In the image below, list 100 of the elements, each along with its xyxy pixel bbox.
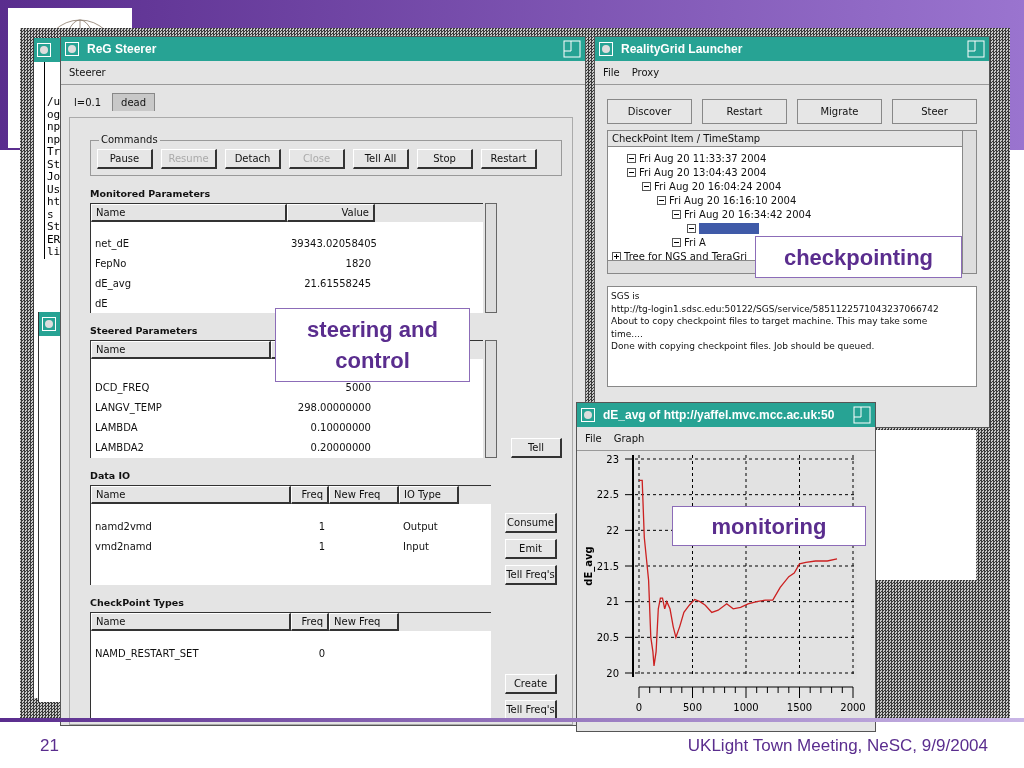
axis-tick-label: 22: [606, 524, 619, 536]
scrollbar[interactable]: [962, 131, 976, 273]
tab[interactable]: dead: [112, 93, 156, 111]
window-icon[interactable]: [599, 42, 613, 56]
button[interactable]: Tell Freq's: [505, 565, 557, 585]
collapse-icon[interactable]: [672, 209, 681, 219]
table-cell-text: 298.00000000: [296, 401, 372, 413]
menu-item[interactable]: Graph: [613, 433, 645, 444]
column-header: Value: [287, 204, 375, 222]
table-cell-text: 0: [317, 647, 326, 659]
table-cell-text: dE: [94, 297, 109, 309]
axis-tick-label: 20.5: [596, 631, 619, 643]
axis-title: dE_avg: [583, 546, 594, 586]
table-cell-text: dE_avg: [94, 277, 133, 289]
column-header: CheckPoint Item / TimeStamp: [608, 131, 962, 147]
command-button[interactable]: Stop: [417, 149, 473, 169]
tree-item[interactable]: Fri Aug 20 16:16:10 2004: [669, 194, 797, 206]
group-label: Commands: [99, 134, 160, 145]
collapse-icon[interactable]: [657, 195, 666, 205]
command-button[interactable]: Detach: [225, 149, 281, 169]
tree-item[interactable]: Tree for NGS and TeraGri: [624, 250, 748, 260]
table-cell-text: FepNo: [94, 258, 128, 270]
button[interactable]: Tell: [511, 438, 562, 458]
button[interactable]: Restart: [702, 99, 787, 124]
section-title: Steered Parameters: [90, 325, 198, 336]
section-title: Monitored Parameters: [90, 188, 211, 199]
button[interactable]: Migrate: [797, 99, 882, 124]
column-header: Name: [91, 486, 291, 504]
table-cell-text: 1: [317, 520, 326, 532]
selected-tree-item[interactable]: [699, 222, 759, 234]
terminal-text: Us: [47, 183, 61, 196]
column-header: New Freq: [329, 613, 399, 631]
menu-item[interactable]: File: [585, 433, 602, 444]
button[interactable]: Create: [505, 674, 557, 694]
table-cell-text: 1: [317, 540, 326, 552]
axis-tick-label: 21: [606, 596, 619, 608]
scrollbar[interactable]: [485, 203, 498, 313]
command-button[interactable]: Pause: [97, 149, 153, 169]
scrollbar[interactable]: [485, 340, 498, 458]
menu-item[interactable]: Steerer: [69, 67, 106, 78]
table-cell-text: 0.20000000: [309, 441, 372, 453]
tree-item[interactable]: Fri Aug 20 16:04:24 2004: [654, 180, 782, 192]
table-cell-text: DCD_FREQ: [94, 381, 151, 393]
axis-tick-label: 500: [682, 702, 703, 713]
window-title: RealityGrid Launcher: [621, 42, 743, 56]
tree-item[interactable]: Fri Aug 20 13:04:43 2004: [639, 166, 767, 178]
maximize-icon[interactable]: [853, 406, 871, 424]
terminal-text: np: [47, 121, 61, 134]
terminal-text: ht: [47, 196, 61, 209]
log-line: SGS is: [611, 290, 641, 303]
maximize-icon[interactable]: [563, 40, 581, 58]
window-icon[interactable]: [42, 317, 56, 331]
menu-item[interactable]: Proxy: [631, 67, 660, 78]
terminal-text: li: [47, 246, 61, 259]
button[interactable]: Tell Freq's: [505, 700, 557, 720]
terminal-text: ER: [47, 233, 61, 246]
window-icon[interactable]: [581, 408, 595, 422]
button[interactable]: Emit: [505, 539, 557, 559]
button[interactable]: Discover: [607, 99, 692, 124]
table-cell-text: LANGV_TEMP: [94, 401, 163, 413]
menu-item[interactable]: File: [603, 67, 620, 78]
axis-tick-label: 22.5: [596, 489, 619, 501]
collapse-icon[interactable]: [687, 223, 696, 233]
collapse-icon[interactable]: [642, 181, 651, 191]
table-cell-text: vmd2namd: [94, 540, 153, 552]
button[interactable]: Steer: [892, 99, 977, 124]
command-button[interactable]: Tell All: [353, 149, 409, 169]
log-line: Done with copying checkpoint files. Job should be queued.: [611, 340, 876, 353]
axis-tick-label: 1500: [786, 702, 813, 713]
axis-tick-label: 0: [635, 702, 643, 713]
slide-footer: UKLight Town Meeting, NeSC, 9/9/2004: [687, 736, 988, 756]
tree-item[interactable]: Fri Aug 20 16:34:42 2004: [684, 208, 812, 220]
tree-item[interactable]: Fri A: [684, 236, 706, 248]
window-icon[interactable]: [65, 42, 79, 56]
collapse-icon[interactable]: [672, 237, 681, 247]
callout-tooltip: monitoring: [672, 506, 866, 546]
table-cell-text: 39343.02058405: [290, 238, 375, 250]
section-title: CheckPoint Types: [90, 597, 184, 608]
tree-item[interactable]: Fri Aug 20 11:33:37 2004: [639, 152, 767, 164]
command-button[interactable]: Restart: [481, 149, 537, 169]
terminal-text: og: [47, 108, 61, 121]
table-cell-text: Output: [402, 520, 439, 532]
table-cell-text: net_dE: [94, 238, 131, 250]
column-header: New Freq: [329, 486, 399, 504]
collapse-icon[interactable]: [627, 167, 636, 177]
window-title: dE_avg of http://yaffel.mvc.mcc.ac.uk:50: [603, 408, 835, 422]
button[interactable]: Consume: [505, 513, 557, 533]
terminal-text: St: [47, 158, 61, 171]
maximize-icon[interactable]: [967, 40, 985, 58]
window-icon[interactable]: [37, 43, 51, 57]
terminal-text: Tr: [47, 146, 61, 159]
terminal-text: Jo: [47, 171, 61, 184]
terminal-text: /u: [47, 96, 61, 109]
table-cell-text: NAMD_RESTART_SET: [94, 647, 200, 659]
callout-tooltip: checkpointing: [755, 236, 962, 278]
table-cell-text: 21.61558245: [303, 277, 372, 289]
table-cell-text: Input: [402, 540, 430, 552]
callout-tooltip: steering and control: [275, 308, 470, 382]
collapse-icon[interactable]: [627, 153, 636, 163]
log-line: time....: [611, 327, 644, 340]
